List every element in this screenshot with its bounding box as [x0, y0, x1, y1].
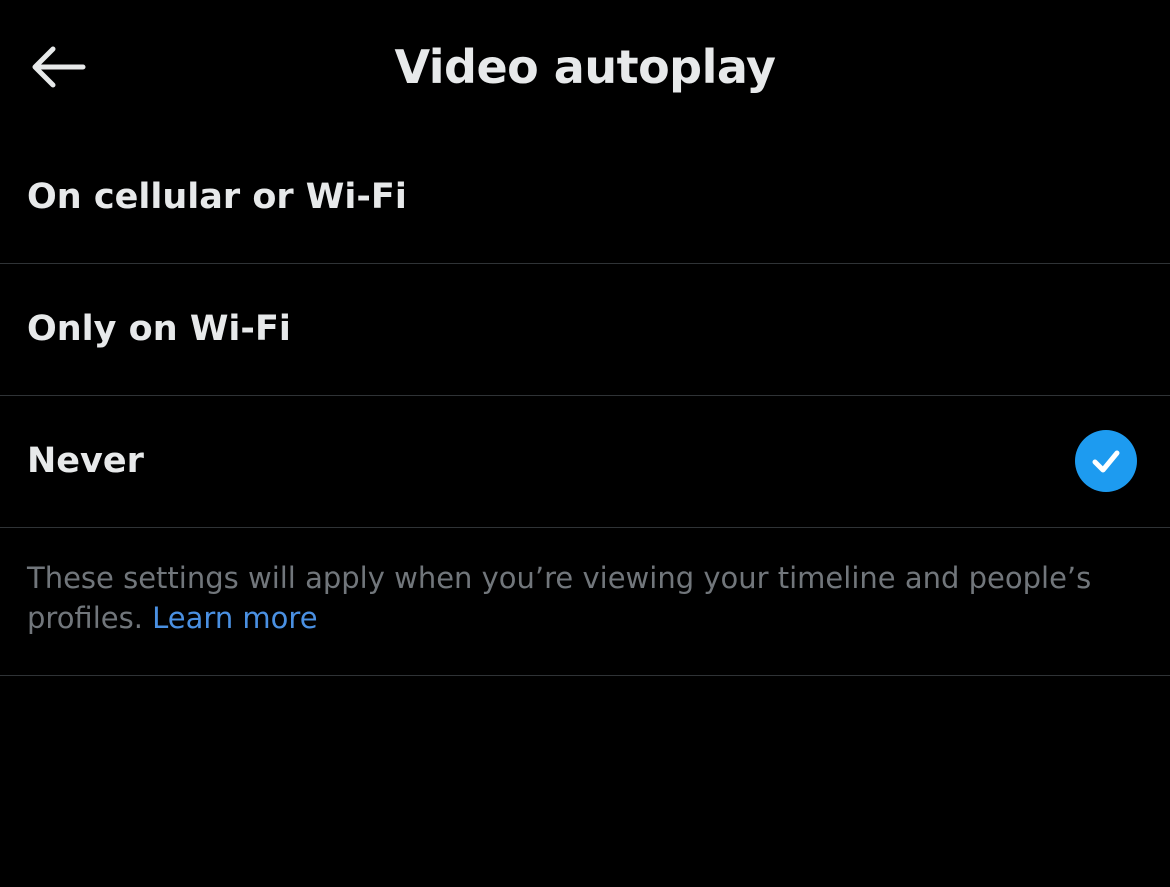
settings-note: These settings will apply when you’re vi…: [0, 528, 1170, 676]
option-cellular-or-wifi[interactable]: On cellular or Wi-Fi: [0, 132, 1170, 264]
option-label: Only on Wi-Fi: [27, 309, 291, 349]
checkmark-icon: [1092, 450, 1120, 473]
checkmark-circle-icon: [1075, 430, 1137, 492]
learn-more-link[interactable]: Learn more: [152, 601, 317, 635]
note-text-block: These settings will apply when you’re vi…: [27, 558, 1107, 638]
page-title: Video autoplay: [394, 40, 777, 94]
header: Video autoplay: [0, 0, 1170, 132]
autoplay-option-list: On cellular or Wi-Fi Only on Wi-Fi Never: [0, 132, 1170, 528]
option-label: Never: [27, 441, 144, 481]
option-only-wifi[interactable]: Only on Wi-Fi: [0, 264, 1170, 396]
option-label: On cellular or Wi-Fi: [27, 177, 407, 217]
option-never[interactable]: Never: [0, 396, 1170, 528]
